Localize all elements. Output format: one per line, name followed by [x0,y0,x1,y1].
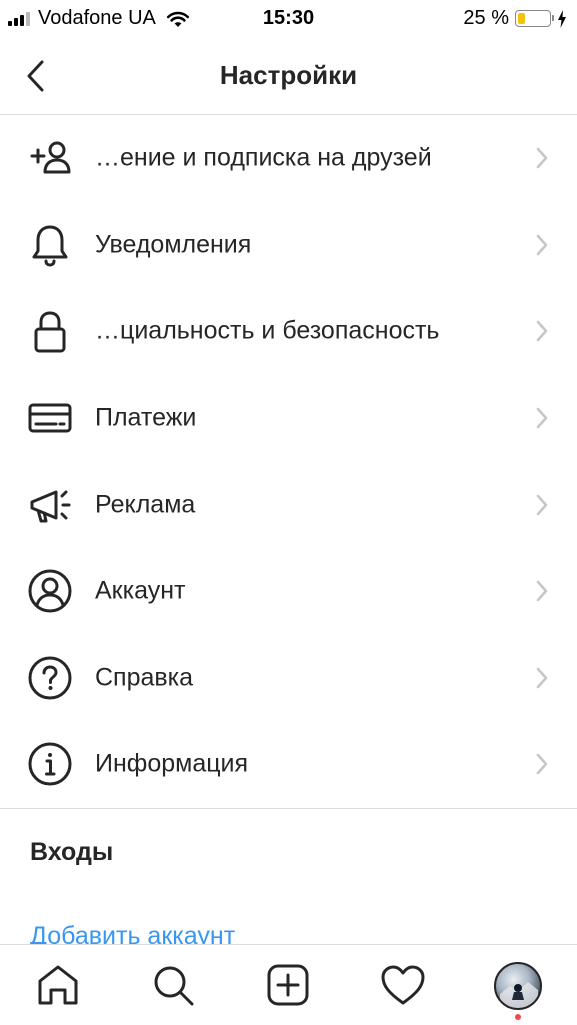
chevron-right-icon [536,494,548,515]
charging-bolt-icon [558,9,566,28]
home-icon[interactable] [34,961,82,1009]
chevron-right-icon [536,407,548,429]
menu-item-label: Уведомления [95,230,252,259]
menu-item-label: Аккаунт [95,576,186,605]
account-circle-icon [28,569,72,613]
menu-item-label: Реклама [95,490,196,519]
heart-icon[interactable] [379,961,427,1009]
menu-item-notifications[interactable]: Уведомления [0,202,577,289]
logins-section-title: Входы [30,838,114,866]
menu-item-privacy-security[interactable]: …циальность и безопасность [0,288,577,375]
menu-item-ads[interactable]: Реклама [0,461,577,548]
chevron-right-icon [536,667,548,689]
search-icon[interactable] [149,961,197,1009]
add-person-icon [30,141,71,174]
profile-avatar[interactable] [494,962,542,1010]
chevron-right-icon [536,754,548,775]
menu-item-label: Информация [95,749,249,778]
chevron-right-icon [536,234,548,256]
menu-item-about[interactable]: Информация [0,721,577,808]
menu-item-account[interactable]: Аккаунт [0,548,577,635]
megaphone-icon [30,490,71,523]
credit-card-icon [28,403,72,433]
menu-item-label: Платежи [95,403,197,432]
menu-item-label: …циальность и безопасность [95,316,440,345]
menu-item-label: Справка [95,663,194,692]
notification-dot [515,1014,521,1020]
section-divider [0,808,577,809]
page-title: Настройки [219,60,358,90]
nav-header: Настройки [0,38,577,115]
chevron-right-icon [536,147,548,169]
info-circle-icon [28,742,72,786]
add-post-icon[interactable] [264,961,312,1009]
battery-icon [515,10,554,27]
settings-menu: …ение и подписка на друзей Уведомления …… [0,115,577,808]
lock-icon [34,311,66,353]
chevron-right-icon [536,321,548,342]
avatar-photo [500,982,538,1008]
status-bar: Vodafone UA 15:30 25 % [0,0,577,38]
menu-item-follow-friends[interactable]: …ение и подписка на друзей [0,115,577,202]
bottom-tab-bar [0,944,577,1025]
battery-percent: 25 % [463,7,509,29]
status-right: 25 % [463,7,567,30]
menu-item-help[interactable]: Справка [0,635,577,722]
battery-level [518,13,526,24]
menu-item-payments[interactable]: Платежи [0,375,577,462]
bell-icon [32,225,68,267]
menu-item-label: …ение и подписка на друзей [95,143,432,172]
help-circle-icon [28,656,72,700]
chevron-right-icon [536,580,548,602]
